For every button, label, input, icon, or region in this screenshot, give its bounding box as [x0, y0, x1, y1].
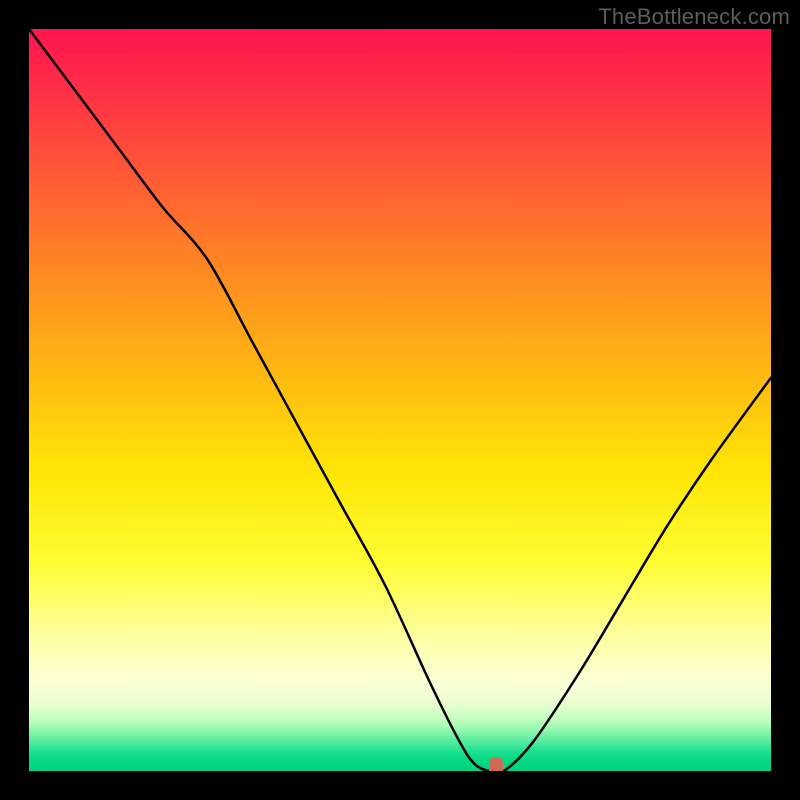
curve-path [29, 29, 771, 771]
chart-frame: TheBottleneck.com [0, 0, 800, 800]
bottleneck-curve [29, 29, 771, 771]
plot-area [29, 29, 771, 771]
watermark-text: TheBottleneck.com [598, 4, 790, 30]
marker-dot [489, 757, 503, 771]
